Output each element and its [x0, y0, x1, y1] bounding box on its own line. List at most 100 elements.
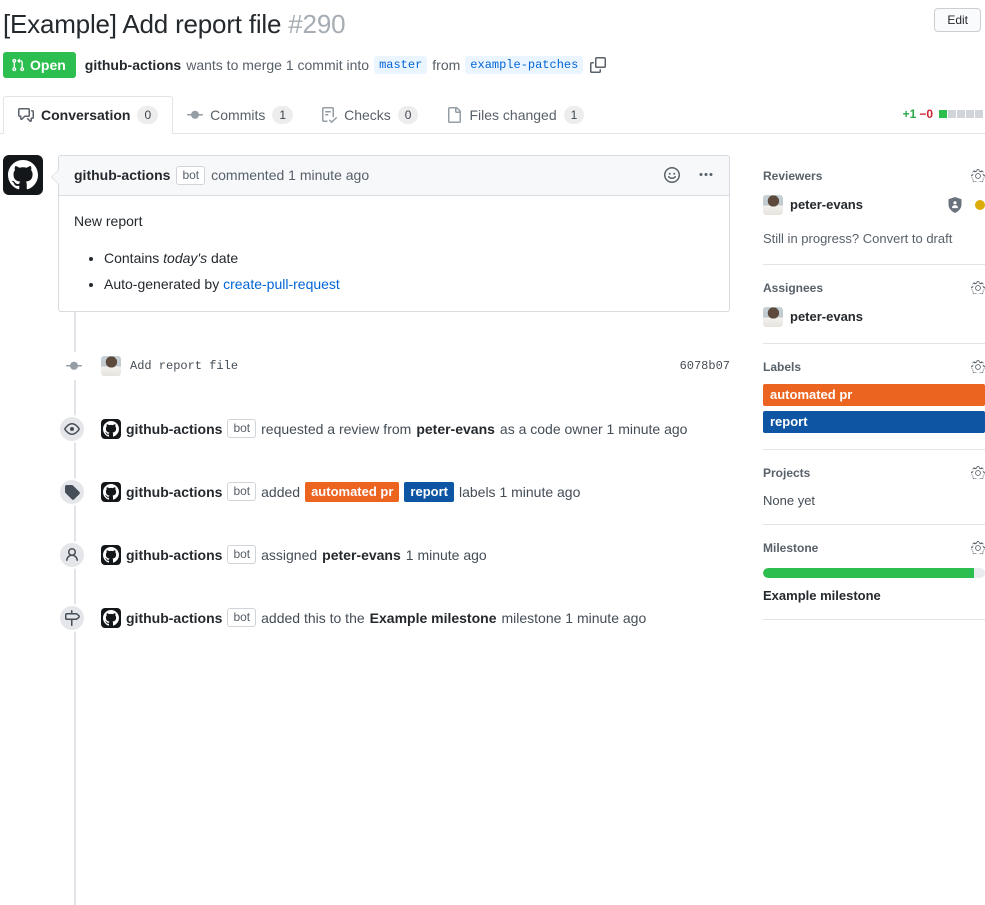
state-badge: Open — [3, 52, 76, 78]
sidebar: Reviewers peter-evans Still in progress?… — [763, 155, 985, 632]
pr-tab-bar: Conversation 0 Commits 1 Checks 0 Files … — [0, 96, 985, 134]
state-badge-label: Open — [30, 57, 66, 73]
octocat-icon — [103, 610, 119, 626]
avatar[interactable] — [3, 155, 43, 195]
copy-branch-icon[interactable] — [590, 57, 606, 73]
assignees-heading: Assignees — [763, 281, 823, 295]
merge-text: wants to merge 1 commit into — [186, 57, 369, 73]
diffstat-additions: +1 — [903, 107, 917, 121]
label-chip-report[interactable]: report — [404, 482, 454, 502]
event-target-user[interactable]: peter-evans — [416, 419, 495, 439]
event-actor[interactable]: github-actions — [126, 482, 222, 502]
bot-badge: bot — [176, 166, 205, 185]
tab-commits[interactable]: Commits 1 — [173, 97, 307, 133]
event-text: labels 1 minute ago — [459, 482, 580, 502]
sidebar-section-labels: Labels automated pr report — [763, 344, 985, 450]
pr-header: [Example] Add report file #290 Edit Open… — [0, 0, 985, 78]
octocat-icon — [103, 484, 119, 500]
comment-body: New report Contains today's date Auto-ge… — [59, 196, 729, 311]
person-icon — [58, 541, 86, 569]
smiley-icon[interactable] — [664, 167, 680, 183]
committer-avatar[interactable] — [101, 356, 121, 376]
assignee-name[interactable]: peter-evans — [790, 309, 863, 324]
comment-bullet-1: Contains today's date — [104, 248, 714, 269]
gear-icon[interactable] — [971, 466, 985, 480]
gear-icon[interactable] — [971, 541, 985, 555]
diffstat-block — [948, 110, 956, 118]
comment-meta: commented 1 minute ago — [211, 166, 369, 184]
create-pull-request-link[interactable]: create-pull-request — [223, 276, 340, 292]
comment-header: github-actions bot commented 1 minute ag… — [59, 156, 729, 196]
from-text: from — [432, 57, 460, 73]
sidebar-label-automated-pr[interactable]: automated pr — [763, 384, 985, 406]
commit-sha[interactable]: 6078b07 — [680, 359, 730, 373]
edit-button[interactable]: Edit — [934, 8, 981, 32]
bot-badge: bot — [227, 419, 256, 438]
event-text: as a code owner 1 minute ago — [500, 419, 688, 439]
sidebar-section-assignees: Assignees peter-evans — [763, 265, 985, 344]
kebab-icon[interactable] — [698, 167, 714, 183]
gear-icon[interactable] — [971, 281, 985, 295]
tab-files-changed[interactable]: Files changed 1 — [432, 97, 598, 133]
avatar[interactable] — [101, 608, 121, 628]
tab-checks[interactable]: Checks 0 — [307, 97, 432, 133]
comment: github-actions bot commented 1 minute ag… — [3, 155, 730, 312]
comment-discussion-icon — [18, 107, 34, 123]
diffstat-blocks — [938, 110, 983, 118]
tab-conversation[interactable]: Conversation 0 — [3, 96, 173, 134]
sidebar-label-report[interactable]: report — [763, 411, 985, 433]
diffstat-block — [975, 110, 983, 118]
milestone-name[interactable]: Example milestone — [763, 588, 985, 603]
octocat-icon — [8, 160, 38, 190]
event-actor[interactable]: github-actions — [126, 608, 222, 628]
eye-icon — [58, 415, 86, 443]
event-text: assigned — [261, 545, 317, 565]
convert-to-draft-link[interactable]: Convert to draft — [863, 231, 953, 246]
avatar[interactable] — [101, 545, 121, 565]
label-chip-automated-pr[interactable]: automated pr — [305, 482, 399, 502]
event-text: 1 minute ago — [406, 545, 487, 565]
diffstat-block — [957, 110, 965, 118]
gear-icon[interactable] — [971, 360, 985, 374]
sidebar-section-reviewers: Reviewers peter-evans Still in progress?… — [763, 155, 985, 265]
assignee-avatar[interactable] — [763, 307, 783, 327]
avatar[interactable] — [101, 482, 121, 502]
event-assigned: github-actions bot assigned peter-evans … — [3, 541, 730, 569]
shield-icon[interactable] — [947, 197, 963, 213]
base-branch-label[interactable]: master — [374, 56, 427, 74]
reviewers-heading: Reviewers — [763, 169, 822, 183]
event-actor[interactable]: github-actions — [126, 419, 222, 439]
comment-bullet-2: Auto-generated by create-pull-request — [104, 274, 714, 295]
event-actor[interactable]: github-actions — [126, 545, 222, 565]
milestone-icon — [58, 604, 86, 632]
pr-author[interactable]: github-actions — [85, 57, 181, 73]
reviewer-name[interactable]: peter-evans — [790, 197, 863, 212]
diffstat-deletions: −0 — [919, 107, 933, 121]
milestone-heading: Milestone — [763, 541, 818, 555]
projects-empty-text: None yet — [763, 493, 985, 508]
assignee-row: peter-evans — [763, 307, 985, 327]
comment-author[interactable]: github-actions — [74, 166, 170, 184]
event-labels-added: github-actions bot added automated pr re… — [3, 478, 730, 506]
tag-icon — [58, 478, 86, 506]
avatar[interactable] — [101, 419, 121, 439]
hint-question: Still in progress? — [763, 231, 859, 246]
event-target-milestone[interactable]: Example milestone — [370, 608, 497, 628]
git-commit-icon — [66, 352, 82, 380]
commit-message[interactable]: Add report file — [130, 359, 238, 373]
bot-badge: bot — [227, 608, 256, 627]
milestone-progress-bar — [763, 568, 985, 578]
merge-summary: github-actions wants to merge 1 commit i… — [85, 56, 607, 74]
file-diff-icon — [446, 107, 462, 123]
checklist-icon — [321, 107, 337, 123]
reviewer-avatar[interactable] — [763, 195, 783, 215]
event-target-user[interactable]: peter-evans — [322, 545, 401, 565]
comment-box: github-actions bot commented 1 minute ag… — [58, 155, 730, 312]
gear-icon[interactable] — [971, 169, 985, 183]
projects-heading: Projects — [763, 466, 810, 480]
event-text: added — [261, 482, 300, 502]
octocat-icon — [103, 421, 119, 437]
diffstat-block — [966, 110, 974, 118]
bot-badge: bot — [227, 545, 256, 564]
head-branch-label[interactable]: example-patches — [465, 56, 583, 74]
